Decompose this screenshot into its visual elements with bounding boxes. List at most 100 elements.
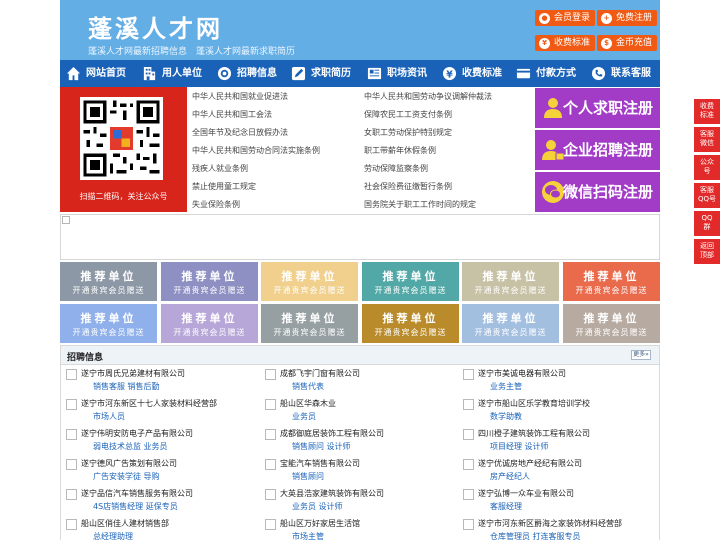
company-link[interactable]: 船山区华森木业 [280,398,336,409]
side-official-account-button[interactable]: 公众 号 [694,155,720,180]
company-link[interactable]: 大英县浩家建筑装饰有限公司 [280,488,384,499]
tile-subtitle: 开通贵宾会员赠送 [474,328,547,337]
position-links[interactable]: 业务员 [292,411,316,422]
wechat-register-button[interactable]: 微信扫码注册 [535,172,660,212]
position-links[interactable]: 销售顾问 [292,471,324,482]
fee-standard-button[interactable]: ¥ 收费标准 [535,35,596,51]
company-link[interactable]: 四川橙子建筑装饰工程有限公司 [478,428,590,439]
company-link[interactable]: 遂宁市船山区乐学教育培训学校 [478,398,590,409]
ad-banner[interactable] [60,214,660,260]
company-link[interactable]: 遂宁德风广告策划有限公司 [81,458,177,469]
coin-recharge-button[interactable]: $ 金币充值 [597,35,658,51]
company-link[interactable]: 遂宁市美诚电器有限公司 [478,368,566,379]
company-link[interactable]: 遂宁市河东新区爵海之家装饰材料经营部 [478,518,622,529]
position-links[interactable]: 销售顾问 设计师 [292,441,351,452]
position-links[interactable]: 市场人员 [93,411,125,422]
site-logo-title[interactable]: 蓬溪人才网 [88,9,223,44]
recommended-tile[interactable]: 推荐单位 开通贵宾会员赠送 [161,262,258,301]
position-links[interactable]: 销售客服 销售后勤 [93,381,160,392]
side-qq-group-button[interactable]: QQ 群 [694,211,720,236]
company-link[interactable]: 船山区万好家居生活馆 [280,518,360,529]
company-logo-image[interactable] [66,459,77,470]
position-links[interactable]: 市场主管 [292,531,324,540]
position-links[interactable]: 仓库管理员 打连客服专员 [490,531,581,540]
company-logo-image[interactable] [265,459,276,470]
company-logo-image[interactable] [66,519,77,530]
company-logo-image[interactable] [265,429,276,440]
position-links[interactable]: 4S店销售经理 延保专员 [93,501,178,512]
more-jobs-link[interactable]: 更多» [631,350,651,360]
position-links[interactable]: 数学助教 [490,411,522,422]
law-link[interactable]: 禁止使用童工规定 [192,181,256,192]
recommended-tile[interactable]: 推荐单位 开通贵宾会员赠送 [60,304,157,343]
company-logo-image[interactable] [66,489,77,500]
position-links[interactable]: 客服经理 [490,501,522,512]
tile-title: 推荐单位 [583,312,640,325]
company-logo-image[interactable] [463,519,474,530]
recommended-tile[interactable]: 推荐单位 开通贵宾会员赠送 [362,262,459,301]
company-logo-image[interactable] [463,369,474,380]
recommended-tile[interactable]: 推荐单位 开通贵宾会员赠送 [261,262,358,301]
recommended-tile[interactable]: 推荐单位 开通贵宾会员赠送 [563,262,660,301]
law-link[interactable]: 中华人民共和国劳动争议调解仲裁法 [364,91,492,102]
law-links: 中华人民共和国就业促进法 中华人民共和国劳动争议调解仲裁法 中华人民共和国工会法… [187,87,533,212]
company-logo-image[interactable] [66,399,77,410]
company-logo-image[interactable] [463,399,474,410]
recommended-tile[interactable]: 推荐单位 开通贵宾会员赠送 [362,304,459,343]
company-link[interactable]: 船山区俏佳人建材销售部 [81,518,169,529]
position-links[interactable]: 销售代表 [292,381,324,392]
recommended-tile[interactable]: 推荐单位 开通贵宾会员赠送 [462,262,559,301]
law-link[interactable]: 残疾人就业条例 [192,163,248,174]
law-link[interactable]: 全国年节及纪念日放假办法 [192,127,288,138]
company-logo-image[interactable] [265,369,276,380]
personal-register-button[interactable]: 个人求职注册 [535,88,660,128]
position-links[interactable]: 弱电技术总监 业务员 [93,441,168,452]
law-link[interactable]: 国务院关于职工工作时间的规定 [364,199,476,210]
company-link[interactable]: 遂宁品信汽车销售服务有限公司 [81,488,193,499]
company-logo-image[interactable] [463,489,474,500]
law-link[interactable]: 中华人民共和国工会法 [192,109,272,120]
back-to-top-button[interactable]: 返回 顶部 [694,239,720,264]
law-link[interactable]: 女职工劳动保护特别规定 [364,127,452,138]
law-link[interactable]: 中华人民共和国劳动合同法实施条例 [192,145,320,156]
company-link[interactable]: 遂宁伟明安防电子产品有限公司 [81,428,193,439]
member-login-button[interactable]: ● 会员登录 [535,10,596,26]
company-logo-image[interactable] [265,489,276,500]
law-link[interactable]: 职工带薪年休假条例 [364,145,436,156]
side-fees-button[interactable]: 收费 标准 [694,99,720,124]
company-link[interactable]: 遂宁市周氏兄弟建材有限公司 [81,368,185,379]
recommended-tile[interactable]: 推荐单位 开通贵宾会员赠送 [261,304,358,343]
company-logo-image[interactable] [463,459,474,470]
company-link[interactable]: 遂宁弘博一众车业有限公司 [478,488,574,499]
company-link[interactable]: 宝能汽车销售有限公司 [280,458,360,469]
company-link[interactable]: 成都御庭居装饰工程有限公司 [280,428,384,439]
law-link[interactable]: 失业保险条例 [192,199,240,210]
position-links[interactable]: 项目经理 设计师 [490,441,549,452]
law-link[interactable]: 社会保险费征缴暂行条例 [364,181,452,192]
company-link[interactable]: 成都飞宇门窗有限公司 [280,368,360,379]
company-logo-image[interactable] [265,399,276,410]
recommended-tile[interactable]: 推荐单位 开通贵宾会员赠送 [462,304,559,343]
company-logo-image[interactable] [66,369,77,380]
law-link[interactable]: 中华人民共和国就业促进法 [192,91,288,102]
company-link[interactable]: 遂宁市河东新区十七人家装材料经营部 [81,398,217,409]
recommended-tile[interactable]: 推荐单位 开通贵宾会员赠送 [161,304,258,343]
side-wechat-service-button[interactable]: 客服 微信 [694,127,720,152]
position-links[interactable]: 广告安装学徒 导购 [93,471,160,482]
recommended-tile[interactable]: 推荐单位 开通贵宾会员赠送 [60,262,157,301]
company-logo-image[interactable] [265,519,276,530]
job-listings-title: 招聘信息 [67,353,104,363]
position-links[interactable]: 房产经纪人 [490,471,530,482]
position-links[interactable]: 业务主管 [490,381,522,392]
side-qq-service-button[interactable]: 客服 QQ号 [694,183,720,208]
free-register-button[interactable]: + 免费注册 [597,10,658,26]
company-logo-image[interactable] [66,429,77,440]
recommended-tile[interactable]: 推荐单位 开通贵宾会员赠送 [563,304,660,343]
position-links[interactable]: 总经理助理 [93,531,133,540]
position-links[interactable]: 业务员 设计师 [292,501,343,512]
law-link[interactable]: 保障农民工工资支付条例 [364,109,452,120]
law-link[interactable]: 劳动保障监察条例 [364,163,428,174]
company-link[interactable]: 遂宁优诚房地产经纪有限公司 [478,458,582,469]
company-logo-image[interactable] [463,429,474,440]
company-register-button[interactable]: 企业招聘注册 [535,130,660,170]
